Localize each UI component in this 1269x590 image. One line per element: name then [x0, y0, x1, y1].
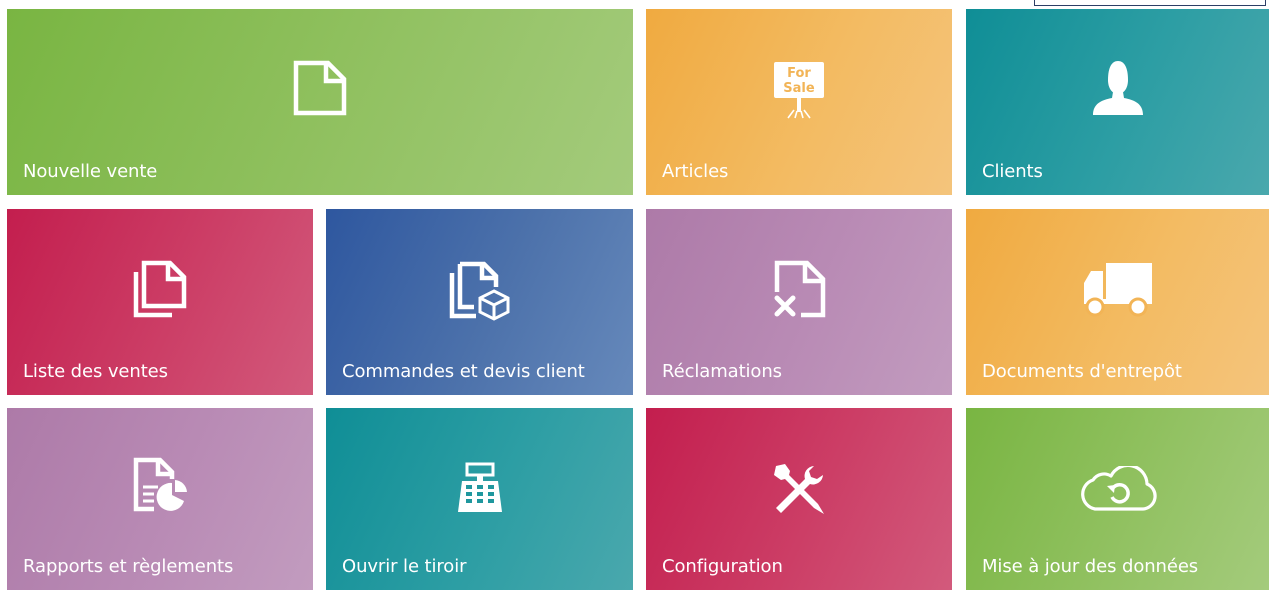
truck-icon — [1082, 261, 1154, 317]
report-chart-icon — [132, 457, 188, 513]
sign-text-sale: Sale — [783, 81, 815, 96]
tile-label: Clients — [982, 161, 1043, 182]
tile-rapports-et-reglements[interactable]: Rapports et règlements — [7, 408, 313, 590]
tile-label: Ouvrir le tiroir — [342, 556, 467, 577]
tile-label: Rapports et règlements — [23, 556, 234, 577]
tile-label: Mise à jour des données — [982, 556, 1199, 577]
tile-label: Nouvelle vente — [23, 161, 158, 182]
tile-reclamations[interactable]: Réclamations — [646, 209, 952, 395]
corner-frame — [1034, 0, 1266, 6]
tile-commandes-et-devis-client[interactable]: Commandes et devis client — [326, 209, 633, 395]
document-cross-icon — [771, 260, 827, 318]
tile-label: Articles — [662, 161, 729, 182]
tile-label: Commandes et devis client — [342, 361, 585, 382]
tile-label: Liste des ventes — [23, 361, 168, 382]
cash-register-icon — [457, 462, 503, 514]
tile-ouvrir-le-tiroir[interactable]: Ouvrir le tiroir — [326, 408, 633, 590]
new-document-icon — [293, 60, 347, 116]
sign-text-for: For — [787, 66, 811, 81]
user-icon — [1091, 58, 1145, 116]
tile-documents-entrepot[interactable]: Documents d'entrepôt — [966, 209, 1269, 395]
for-sale-sign-icon: For Sale — [768, 60, 830, 120]
tile-label: Documents d'entrepôt — [982, 361, 1182, 382]
tile-articles[interactable]: For Sale Articles — [646, 9, 952, 195]
tile-mise-a-jour-des-donnees[interactable]: Mise à jour des données — [966, 408, 1269, 590]
tile-label: Configuration — [662, 556, 783, 577]
tile-configuration[interactable]: Configuration — [646, 408, 952, 590]
documents-icon — [132, 260, 188, 318]
tile-clients[interactable]: Clients — [966, 9, 1269, 195]
cloud-sync-icon — [1077, 466, 1159, 512]
documents-box-icon — [448, 261, 512, 321]
tile-label: Réclamations — [662, 361, 782, 382]
tile-nouvelle-vente[interactable]: Nouvelle vente — [7, 9, 633, 195]
dashboard: Nouvelle vente For Sale Articles Clients — [0, 0, 1269, 590]
tools-icon — [772, 462, 826, 516]
tile-liste-des-ventes[interactable]: Liste des ventes — [7, 209, 313, 395]
